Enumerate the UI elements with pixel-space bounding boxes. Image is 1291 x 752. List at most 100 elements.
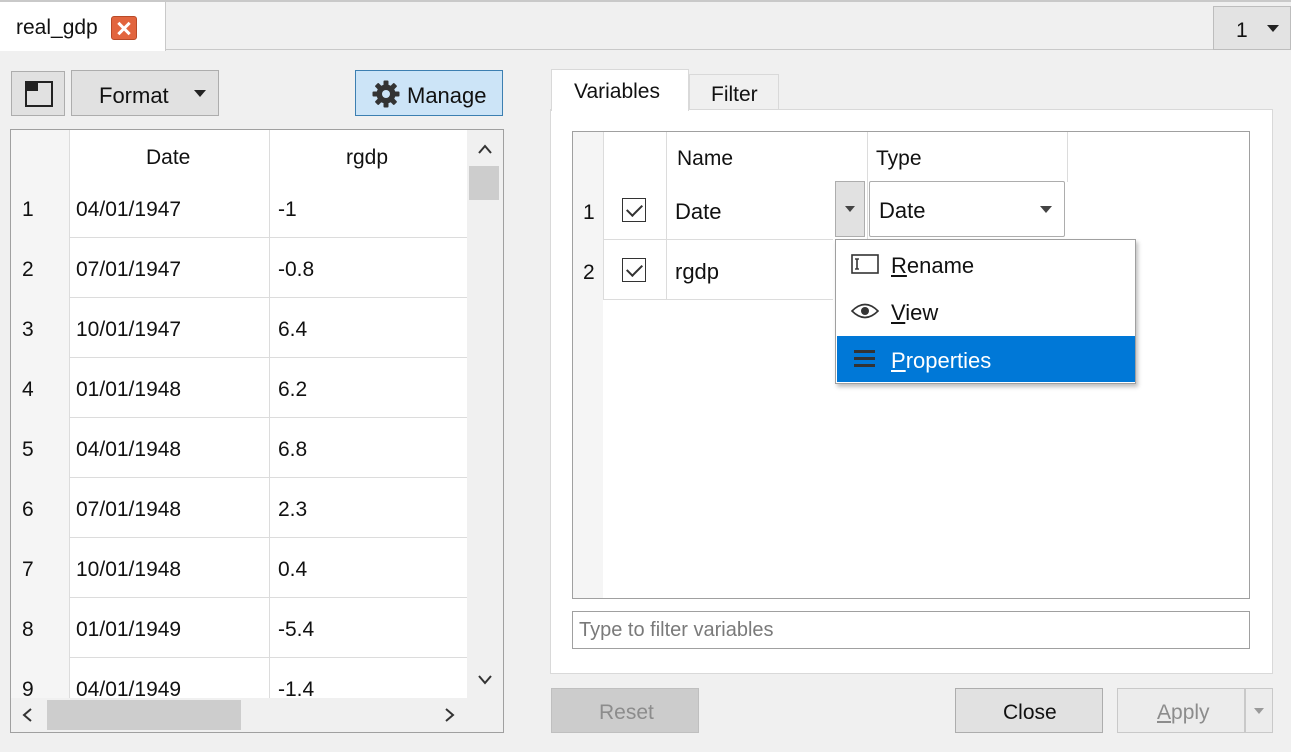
cell-rgdp[interactable]: 6.8 <box>278 438 307 462</box>
apply-dropdown-button[interactable] <box>1245 688 1273 733</box>
mnemonic: V <box>891 300 906 325</box>
chevron-down-icon <box>1267 25 1279 32</box>
name-dropdown-button[interactable] <box>835 181 865 237</box>
close-button-label: Close <box>1003 701 1057 724</box>
var-header-type[interactable]: Type <box>876 147 922 171</box>
gear-icon <box>372 80 400 108</box>
scroll-up-icon[interactable] <box>478 144 492 154</box>
eye-icon <box>851 303 879 319</box>
var-divider <box>603 132 604 300</box>
chevron-down-icon <box>1254 708 1264 714</box>
cell-rgdp[interactable]: 0.4 <box>278 558 307 582</box>
cell-date[interactable]: 10/01/1948 <box>76 558 181 582</box>
apply-button-label: Apply <box>1157 701 1210 725</box>
menu-item-rename-label: Rename <box>891 253 974 279</box>
type-select-value: Date <box>879 198 926 223</box>
grid-row-divider <box>70 477 467 478</box>
data-grid: Date rgdp 1 04/01/1947 -1 2 07/01/1947 -0.8 3 1… <box>10 129 504 733</box>
scroll-down-icon[interactable] <box>478 675 492 685</box>
cell-date[interactable]: 07/01/1947 <box>76 258 181 282</box>
grid-row-divider <box>70 297 467 298</box>
apply-label-text: pply <box>1171 701 1210 724</box>
grid-row-divider <box>70 597 467 598</box>
scroll-left-icon[interactable] <box>22 708 32 722</box>
cell-date[interactable]: 01/01/1948 <box>76 378 181 402</box>
format-button[interactable]: Format <box>71 70 219 116</box>
var-include-checkbox[interactable] <box>622 258 646 282</box>
column-header-rgdp[interactable]: rgdp <box>346 146 388 170</box>
manage-button[interactable]: Manage <box>355 70 503 116</box>
tab-variables[interactable]: Variables <box>551 69 689 111</box>
tab-variables-label: Variables <box>574 80 660 103</box>
vertical-scrollbar[interactable] <box>467 130 503 698</box>
horizontal-scrollbar[interactable] <box>11 698 503 732</box>
var-row-divider <box>603 299 833 300</box>
type-select[interactable]: Date <box>869 181 1065 237</box>
menu-item-view[interactable]: View <box>837 289 1135 335</box>
cell-rgdp[interactable]: -0.8 <box>278 258 314 282</box>
close-tab-icon[interactable] <box>111 16 137 40</box>
menu-item-properties[interactable]: Properties <box>837 336 1135 382</box>
cell-date[interactable]: 07/01/1948 <box>76 498 181 522</box>
tab-filter[interactable]: Filter <box>689 74 779 110</box>
var-name-date[interactable]: Date <box>675 199 721 225</box>
cell-rgdp[interactable]: -1 <box>278 198 297 222</box>
var-header-name[interactable]: Name <box>677 147 733 171</box>
vertical-scroll-thumb[interactable] <box>469 166 499 200</box>
menu-label-text: ename <box>906 253 975 278</box>
var-divider <box>666 132 667 300</box>
cell-date[interactable]: 04/01/1948 <box>76 438 181 462</box>
layout-toggle-button[interactable] <box>11 71 65 116</box>
cell-rgdp[interactable]: 6.4 <box>278 318 307 342</box>
grid-row-divider <box>70 237 467 238</box>
menu-item-view-label: View <box>891 300 938 326</box>
row-number: 4 <box>22 378 34 401</box>
document-tab-label: real_gdp <box>16 16 98 39</box>
grid-row-divider <box>70 657 467 658</box>
document-tab-bar <box>0 0 1291 50</box>
menu-item-rename[interactable]: Rename <box>837 242 1135 288</box>
chevron-down-icon <box>194 90 206 97</box>
row-number: 2 <box>22 258 34 281</box>
var-name-rgdp[interactable]: rgdp <box>675 259 719 285</box>
page-selector[interactable]: 1 <box>1213 6 1291 50</box>
cell-rgdp[interactable]: 2.3 <box>278 498 307 522</box>
row-number-column <box>11 130 69 700</box>
column-header-date[interactable]: Date <box>146 146 190 170</box>
cell-date[interactable]: 04/01/1947 <box>76 198 181 222</box>
list-icon <box>854 350 875 367</box>
cell-date[interactable]: 01/01/1949 <box>76 618 181 642</box>
grid-divider <box>69 130 70 700</box>
window-layout-icon <box>25 81 53 107</box>
tab-filter-label: Filter <box>711 83 758 106</box>
filter-variables-input[interactable] <box>572 611 1250 649</box>
row-number: 8 <box>22 618 34 641</box>
apply-button[interactable]: Apply <box>1117 688 1245 733</box>
mnemonic: P <box>891 348 906 373</box>
context-menu: Rename View Properties <box>835 239 1136 384</box>
reset-button-label: Reset <box>599 701 654 724</box>
variables-panel: Name Type 1 Date Date 2 rgdp <box>550 109 1273 674</box>
grid-row-divider <box>70 357 467 358</box>
cell-rgdp[interactable]: -5.4 <box>278 618 314 642</box>
manage-button-label: Manage <box>407 83 487 108</box>
rename-icon <box>851 254 879 274</box>
cell-date[interactable]: 10/01/1947 <box>76 318 181 342</box>
row-number: 7 <box>22 558 34 581</box>
mnemonic: A <box>1157 701 1172 724</box>
scroll-right-icon[interactable] <box>445 708 455 722</box>
menu-label-text: iew <box>905 300 939 325</box>
var-include-checkbox[interactable] <box>622 198 646 222</box>
reset-button[interactable]: Reset <box>551 688 699 733</box>
horizontal-scroll-thumb[interactable] <box>47 700 241 730</box>
close-button[interactable]: Close <box>955 688 1103 733</box>
mnemonic: R <box>891 253 907 278</box>
cell-rgdp[interactable]: 6.2 <box>278 378 307 402</box>
row-number: 5 <box>22 438 34 461</box>
menu-label-text: roperties <box>905 348 992 373</box>
var-row-number: 1 <box>583 201 595 224</box>
row-number: 3 <box>22 318 34 341</box>
var-divider <box>1067 132 1068 182</box>
document-tab-real-gdp[interactable]: real_gdp <box>0 2 166 51</box>
var-row-divider <box>603 239 833 240</box>
